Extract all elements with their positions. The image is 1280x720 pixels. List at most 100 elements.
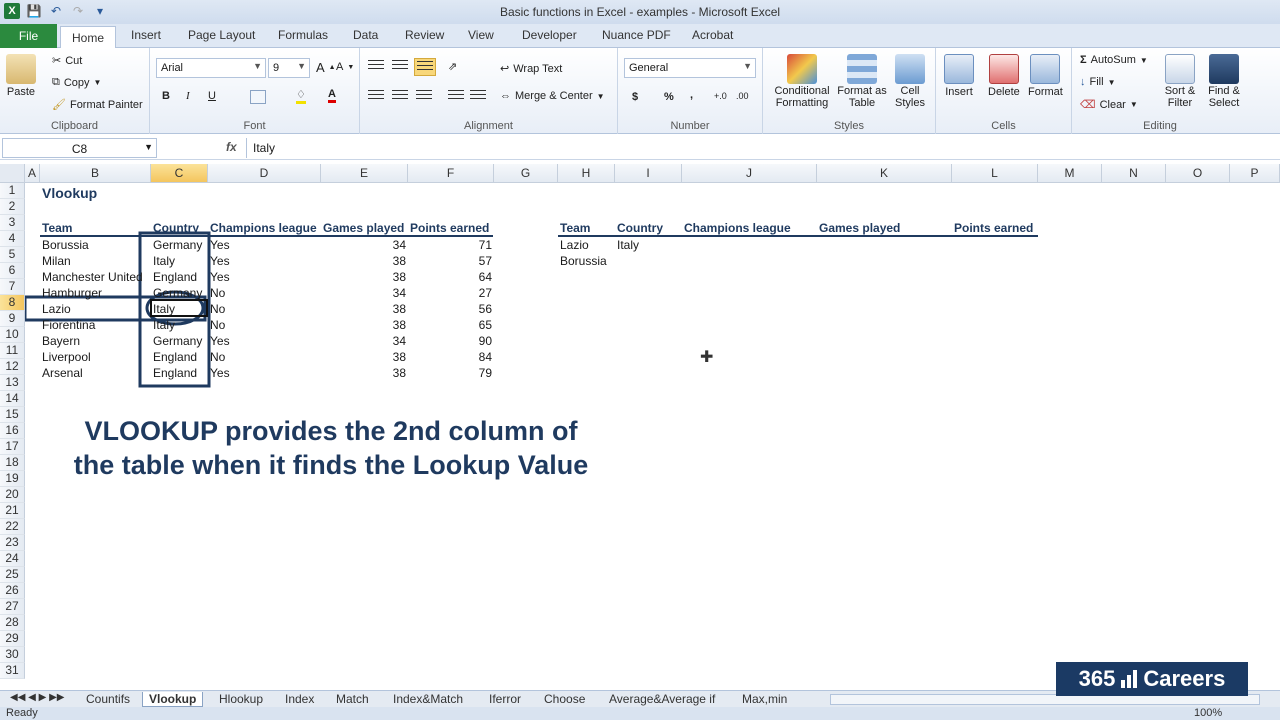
- insert-button[interactable]: Insert: [944, 54, 974, 98]
- sheet-tab-choose[interactable]: Choose: [544, 692, 585, 706]
- row-header-19[interactable]: 19: [0, 471, 25, 487]
- middle-align-button[interactable]: [392, 60, 408, 72]
- lookup-header-country[interactable]: Country: [617, 220, 663, 236]
- column-header-e[interactable]: E: [321, 164, 408, 183]
- games-played-cell[interactable]: 38: [326, 253, 406, 269]
- row-header-1[interactable]: 1: [0, 183, 25, 199]
- align-right-button[interactable]: [416, 90, 432, 102]
- champions-league-cell[interactable]: Yes: [210, 365, 230, 381]
- row-header-12[interactable]: 12: [0, 359, 25, 375]
- points-earned-cell[interactable]: 90: [412, 333, 492, 349]
- lookup-header-team[interactable]: Team: [560, 220, 590, 236]
- currency-button[interactable]: $: [632, 91, 638, 103]
- games-played-cell[interactable]: 38: [326, 365, 406, 381]
- row-header-11[interactable]: 11: [0, 343, 25, 359]
- top-align-button[interactable]: [368, 60, 384, 72]
- header-team[interactable]: Team: [42, 220, 72, 236]
- row-header-10[interactable]: 10: [0, 327, 25, 343]
- row-header-28[interactable]: 28: [0, 615, 25, 631]
- champions-league-cell[interactable]: Yes: [210, 333, 230, 349]
- points-earned-cell[interactable]: 79: [412, 365, 492, 381]
- row-header-9[interactable]: 9: [0, 311, 25, 327]
- row-header-31[interactable]: 31: [0, 663, 25, 679]
- row-header-25[interactable]: 25: [0, 567, 25, 583]
- champions-league-cell[interactable]: Yes: [210, 253, 230, 269]
- column-header-o[interactable]: O: [1166, 164, 1230, 183]
- sheet-tab-match[interactable]: Match: [336, 692, 369, 706]
- autosum-button[interactable]: Σ AutoSum ▼: [1080, 54, 1148, 66]
- copy-button[interactable]: ⧉ Copy ▼: [52, 76, 101, 89]
- column-header-d[interactable]: D: [208, 164, 321, 183]
- games-played-cell[interactable]: 34: [326, 333, 406, 349]
- header-champions-league[interactable]: Champions league: [210, 220, 317, 236]
- country-cell[interactable]: Italy: [153, 317, 175, 333]
- row-header-23[interactable]: 23: [0, 535, 25, 551]
- team-cell[interactable]: Fiorentina: [42, 317, 95, 333]
- games-played-cell[interactable]: 38: [326, 301, 406, 317]
- orientation-button[interactable]: ⇗: [448, 60, 457, 73]
- points-earned-cell[interactable]: 71: [412, 237, 492, 253]
- tab-insert[interactable]: Insert: [131, 28, 161, 42]
- tab-data[interactable]: Data: [353, 28, 378, 42]
- header-games-played[interactable]: Games played: [323, 220, 404, 236]
- team-cell[interactable]: Bayern: [42, 333, 80, 349]
- team-cell[interactable]: Hamburger: [42, 285, 102, 301]
- tab-formulas[interactable]: Formulas: [278, 28, 328, 42]
- increase-decimal-button[interactable]: +.0: [714, 91, 727, 101]
- sort-filter-button[interactable]: Sort & Filter: [1160, 54, 1200, 109]
- merge-center-button[interactable]: ⇔ Merge & Center ▼: [500, 90, 605, 102]
- column-header-k[interactable]: K: [817, 164, 952, 183]
- points-earned-cell[interactable]: 65: [412, 317, 492, 333]
- font-size-select[interactable]: 9 ▼: [268, 58, 310, 78]
- sheet-tab-index-match[interactable]: Index&Match: [393, 692, 463, 706]
- lookup-header-champions-league[interactable]: Champions league: [684, 220, 791, 236]
- points-earned-cell[interactable]: 27: [412, 285, 492, 301]
- country-cell[interactable]: Germany: [153, 285, 202, 301]
- row-header-27[interactable]: 27: [0, 599, 25, 615]
- row-header-5[interactable]: 5: [0, 247, 25, 263]
- decrease-decimal-button[interactable]: .00: [736, 91, 749, 101]
- italic-button[interactable]: I: [186, 90, 190, 102]
- font-family-select[interactable]: Arial ▼: [156, 58, 266, 78]
- select-all-corner[interactable]: [0, 164, 25, 183]
- row-header-16[interactable]: 16: [0, 423, 25, 439]
- insert-function-icon[interactable]: fx: [226, 140, 237, 154]
- cut-button[interactable]: ✂ Cut: [52, 54, 82, 68]
- tab-acrobat[interactable]: Acrobat: [692, 28, 733, 42]
- country-cell[interactable]: England: [153, 269, 197, 285]
- sheet-tab-countifs[interactable]: Countifs: [86, 692, 130, 706]
- row-header-13[interactable]: 13: [0, 375, 25, 391]
- games-played-cell[interactable]: 34: [326, 285, 406, 301]
- percent-button[interactable]: %: [664, 91, 674, 103]
- row-header-20[interactable]: 20: [0, 487, 25, 503]
- row-header-30[interactable]: 30: [0, 647, 25, 663]
- align-center-button[interactable]: [392, 90, 408, 102]
- sheet-tab-max-min[interactable]: Max,min: [742, 692, 787, 706]
- fill-button[interactable]: ↓ Fill ▼: [1080, 76, 1115, 88]
- column-header-m[interactable]: M: [1038, 164, 1102, 183]
- wrap-text-button[interactable]: ↩ Wrap Text: [500, 62, 562, 76]
- name-box[interactable]: C8 ▼: [2, 138, 157, 158]
- champions-league-cell[interactable]: No: [210, 349, 225, 365]
- champions-league-cell[interactable]: Yes: [210, 237, 230, 253]
- tab-scroll-buttons[interactable]: ◀◀ ◀ ▶ ▶▶: [10, 692, 64, 703]
- find-select-button[interactable]: Find & Select: [1204, 54, 1244, 109]
- formula-input[interactable]: Italy: [246, 138, 1278, 158]
- team-cell[interactable]: Milan: [42, 253, 71, 269]
- paste-button[interactable]: Paste: [6, 54, 36, 98]
- games-played-cell[interactable]: 38: [326, 349, 406, 365]
- sheet-tab-vlookup[interactable]: Vlookup: [142, 692, 204, 707]
- column-header-i[interactable]: I: [615, 164, 682, 183]
- lookup-header-points-earned[interactable]: Points earned: [954, 220, 1033, 236]
- country-cell[interactable]: Germany: [153, 237, 202, 253]
- row-header-15[interactable]: 15: [0, 407, 25, 423]
- tab-nuance-pdf[interactable]: Nuance PDF: [602, 28, 671, 42]
- fill-color-button[interactable]: ♢: [296, 88, 306, 104]
- tab-view[interactable]: View: [468, 28, 494, 42]
- row-header-29[interactable]: 29: [0, 631, 25, 647]
- points-earned-cell[interactable]: 64: [412, 269, 492, 285]
- games-played-cell[interactable]: 38: [326, 269, 406, 285]
- underline-button[interactable]: U: [208, 90, 216, 102]
- country-cell[interactable]: Italy: [153, 253, 175, 269]
- games-played-cell[interactable]: 34: [326, 237, 406, 253]
